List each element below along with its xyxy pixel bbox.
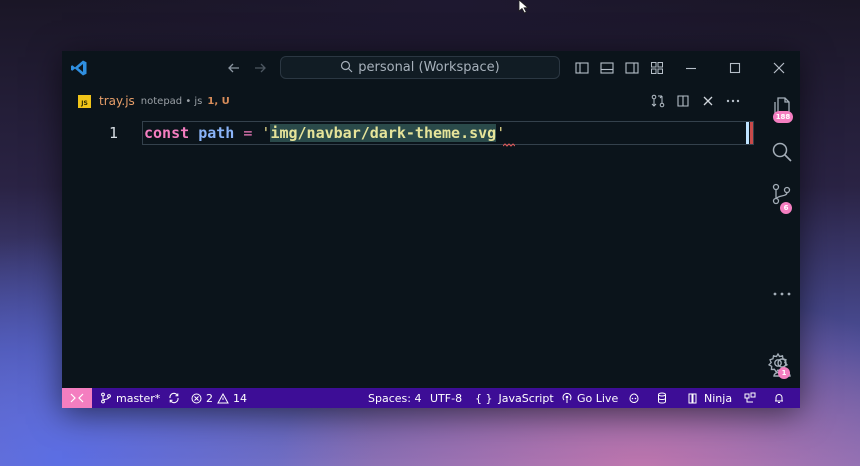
toggle-primary-sidebar-icon[interactable] xyxy=(574,60,590,76)
remote-icon xyxy=(70,393,84,403)
more-views-icon[interactable] xyxy=(770,282,794,306)
split-editor-icon[interactable] xyxy=(675,93,691,109)
database-icon[interactable] xyxy=(656,392,668,404)
code-line[interactable]: const path = 'img/navbar/dark-theme.svg' xyxy=(144,123,505,143)
editor-tab-bar: JS tray.js notepad • js 1, U xyxy=(62,85,764,117)
status-bar: master* 2 14 Spaces: 4 UTF-8 { } JavaScr… xyxy=(62,388,800,408)
maximize-icon[interactable] xyxy=(727,60,743,76)
explorer-badge: 188 xyxy=(773,111,793,123)
tab-git-status: 1, U xyxy=(207,95,230,107)
vscode-window: personal (Workspace) JS tray.js notepad … xyxy=(62,51,800,408)
ninja-label: Ninja xyxy=(704,391,733,405)
tab-description: notepad • js xyxy=(140,95,203,107)
indentation-label: Spaces: 4 xyxy=(368,391,422,405)
branch-icon xyxy=(101,392,111,404)
encoding-label: UTF-8 xyxy=(430,391,463,405)
javascript-file-icon: JS xyxy=(78,94,91,108)
scrollbar-selection-marker xyxy=(746,122,749,144)
problems-status[interactable]: 2 14 xyxy=(191,388,247,408)
search-icon xyxy=(341,60,353,73)
remote-indicator-button[interactable] xyxy=(62,388,92,408)
open-changes-icon[interactable] xyxy=(650,93,666,109)
code-editor[interactable]: 1 const path = 'img/navbar/dark-theme.sv… xyxy=(62,117,764,388)
code-keyword: const xyxy=(144,124,190,142)
branch-status[interactable]: master* xyxy=(100,388,184,408)
tab-tray-js[interactable]: JS tray.js notepad • js 1, U xyxy=(78,91,230,111)
ninja-icon xyxy=(688,393,697,403)
ninja-status[interactable]: Ninja xyxy=(688,388,732,408)
customize-layout-icon[interactable] xyxy=(649,60,665,76)
encoding-status[interactable]: UTF-8 xyxy=(430,388,462,408)
arrow-left-icon[interactable] xyxy=(226,60,242,76)
arrow-right-icon[interactable] xyxy=(252,60,268,76)
error-count: 2 xyxy=(206,391,213,405)
notifications-bell-icon[interactable] xyxy=(773,392,785,404)
code-string-selected[interactable]: img/navbar/dark-theme.svg xyxy=(270,124,497,142)
toggle-panel-icon[interactable] xyxy=(599,60,615,76)
broadcast-icon xyxy=(562,392,572,403)
settings-badge: 1 xyxy=(778,367,790,379)
language-braces-icon: { } xyxy=(475,391,493,405)
mouse-cursor-icon xyxy=(518,0,530,14)
line-number: 1 xyxy=(108,124,118,142)
close-icon[interactable] xyxy=(700,93,716,109)
code-variable: path xyxy=(198,124,235,142)
warning-icon xyxy=(217,392,229,403)
sync-icon[interactable] xyxy=(168,392,180,404)
minimize-icon[interactable] xyxy=(683,60,699,76)
branch-name: master* xyxy=(116,391,161,405)
more-actions-icon[interactable] xyxy=(725,93,741,109)
toggle-secondary-sidebar-icon[interactable] xyxy=(624,60,640,76)
command-center-search[interactable]: personal (Workspace) xyxy=(280,56,560,79)
code-operator: = xyxy=(243,124,253,142)
error-squiggle xyxy=(503,143,515,147)
code-quote-close: ' xyxy=(496,124,506,142)
title-bar: personal (Workspace) xyxy=(62,51,800,85)
activity-bar: 188 6 xyxy=(764,85,800,388)
command-center-label: personal (Workspace) xyxy=(358,60,500,75)
feedback-icon[interactable] xyxy=(744,392,756,404)
warning-count: 14 xyxy=(233,391,247,405)
copilot-icon[interactable] xyxy=(628,392,640,404)
go-live-button[interactable]: Go Live xyxy=(561,388,618,408)
close-window-icon[interactable] xyxy=(771,60,787,76)
go-live-label: Go Live xyxy=(577,391,619,405)
tab-filename: tray.js xyxy=(99,94,135,108)
language-mode-status[interactable]: { } JavaScript xyxy=(475,388,554,408)
vscode-logo-icon[interactable] xyxy=(70,59,88,77)
source-control-badge: 6 xyxy=(780,202,792,214)
indentation-status[interactable]: Spaces: 4 xyxy=(368,388,421,408)
error-icon xyxy=(191,393,202,403)
language-label: JavaScript xyxy=(498,391,554,405)
search-icon[interactable] xyxy=(770,140,794,164)
scrollbar-error-marker xyxy=(750,122,753,144)
